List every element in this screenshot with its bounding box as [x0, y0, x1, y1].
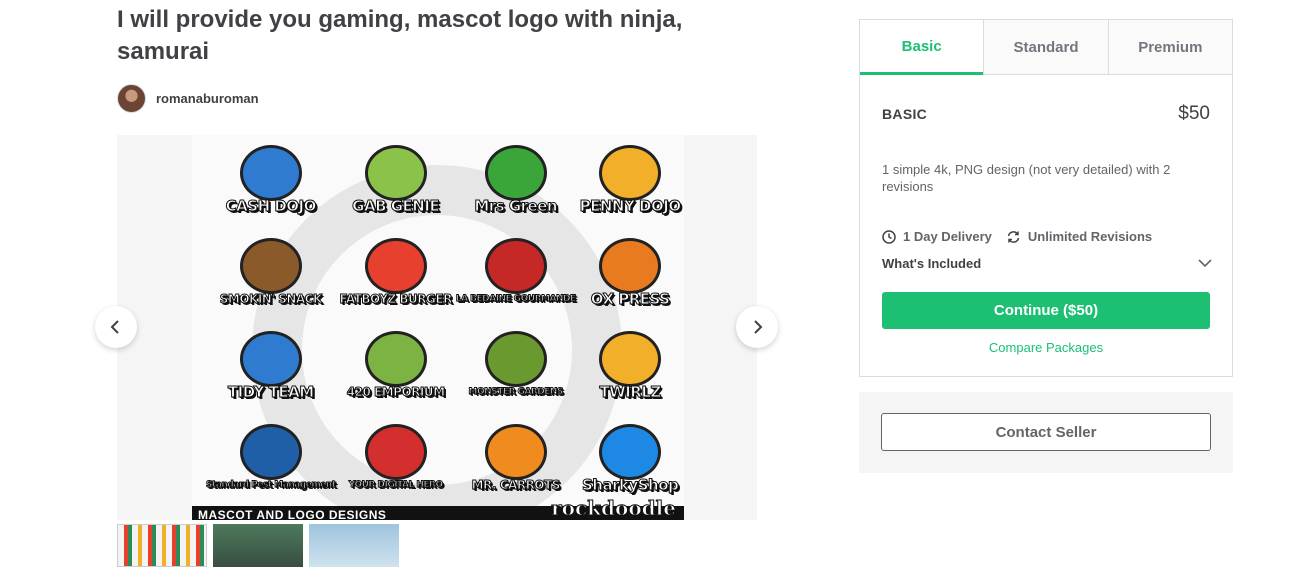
logo-item: CASH DOJO [206, 139, 336, 228]
thumbnail-2[interactable] [213, 524, 303, 567]
delivery-info: 1 Day Delivery [882, 229, 992, 244]
mascot-badge [239, 331, 302, 387]
contact-seller-button[interactable]: Contact Seller [881, 413, 1211, 451]
logo-text: SMOKIN' SNACK [219, 291, 323, 306]
gallery-image: CASH DOJO GAB GENIE Mrs Green PENNY DOJO SMO… [192, 135, 684, 520]
logo-text: MR. CARROTS [471, 477, 561, 492]
logo-item: MR. CARROTS [456, 418, 576, 507]
logo-text: LA BEDAINE GOURMANDE [455, 293, 576, 304]
logo-text: PENNY DOJO [579, 196, 681, 215]
brand-text: rockdoodle [551, 496, 677, 521]
chevron-down-icon [1198, 259, 1212, 268]
refresh-icon [1007, 230, 1020, 243]
logo-item: PENNY DOJO [579, 139, 682, 228]
banner-text: MASCOT AND LOGO DESIGNS [198, 508, 387, 520]
mascot-badge [239, 145, 302, 201]
package-meta: 1 Day Delivery Unlimited Revisions [882, 229, 1166, 244]
logo-text: Standard Pest Management [206, 479, 337, 490]
logo-text: GAB GENIE [352, 196, 441, 215]
whats-included-toggle[interactable]: What's Included [882, 256, 1212, 271]
seller-info[interactable]: romanaburoman [117, 84, 259, 113]
package-header: BASIC $50 [882, 103, 1210, 125]
logo-item: Mrs Green [456, 139, 576, 228]
logo-item: TIDY TEAM [206, 325, 336, 414]
logo-item: SMOKIN' SNACK [206, 232, 336, 321]
package-price: $50 [1178, 103, 1210, 124]
tab-basic[interactable]: Basic [860, 20, 984, 75]
avatar[interactable] [117, 84, 146, 113]
logo-item: MONSTER GARDENS [456, 325, 576, 414]
logo-item: TWIRLZ [580, 325, 681, 414]
logo-item: OX PRESS [580, 232, 681, 321]
chevron-left-icon [110, 320, 119, 334]
logo-item: 420 EMPORIUM [340, 325, 452, 414]
logo-item: Standard Pest Management [206, 418, 337, 507]
tab-standard[interactable]: Standard [983, 20, 1108, 74]
mascot-badge [599, 238, 662, 294]
package-description: 1 simple 4k, PNG design (not very detail… [882, 162, 1171, 194]
mascot-badge [484, 145, 547, 201]
logo-item: YOUR DIGITAL HERO [340, 418, 452, 507]
revisions-text: Unlimited Revisions [1027, 229, 1153, 244]
logo-item: LA BEDAINE GOURMANDE [455, 232, 577, 321]
logo-text: TIDY TEAM [227, 382, 314, 401]
mascot-badge [484, 424, 547, 480]
package-name: BASIC [882, 106, 928, 122]
mascot-badge [364, 331, 427, 387]
logo-grid: CASH DOJO GAB GENIE Mrs Green PENNY DOJO SMO… [206, 139, 682, 507]
logo-item: FATBOYZ BURGER [339, 232, 453, 321]
chevron-right-icon [754, 320, 763, 334]
tab-premium[interactable]: Premium [1107, 20, 1232, 74]
contact-box: Contact Seller [859, 392, 1233, 473]
mascot-badge [599, 331, 662, 387]
mascot-badge [484, 238, 547, 294]
mascot-badge [364, 424, 427, 480]
logo-item: SharkyShop [580, 418, 681, 507]
logo-text: MONSTER GARDENS [468, 386, 564, 397]
logo-text: SharkyShop [581, 475, 679, 494]
thumbnail-1[interactable] [117, 524, 207, 567]
continue-button[interactable]: Continue ($50) [882, 292, 1210, 329]
package-tabs: Basic Standard Premium [860, 20, 1232, 75]
compare-packages-link[interactable]: Compare Packages [860, 340, 1232, 355]
seller-name[interactable]: romanaburoman [156, 91, 259, 106]
mascot-badge [239, 238, 302, 294]
logo-text: TWIRLZ [599, 382, 662, 401]
whats-included-label: What's Included [882, 256, 982, 271]
logo-text: CASH DOJO [225, 196, 317, 215]
clock-icon [882, 229, 896, 244]
package-panel: Basic Standard Premium BASIC $50 1 simpl… [859, 19, 1233, 377]
gallery-next-button[interactable] [736, 306, 778, 348]
logo-item: GAB GENIE [340, 139, 452, 228]
logo-text: FATBOYZ BURGER [339, 291, 453, 306]
logo-text: OX PRESS [590, 289, 670, 308]
revisions-info: Unlimited Revisions [1006, 229, 1152, 244]
mascot-badge [364, 238, 427, 294]
delivery-text: 1 Day Delivery [903, 229, 992, 244]
gallery: CASH DOJO GAB GENIE Mrs Green PENNY DOJO SMO… [117, 135, 757, 520]
mascot-badge [239, 424, 302, 480]
thumbnail-strip [117, 524, 399, 567]
gallery-prev-button[interactable] [95, 306, 137, 348]
mascot-badge [599, 145, 662, 201]
logo-text: Mrs Green [474, 196, 558, 215]
gig-title: I will provide you gaming, mascot logo w… [117, 6, 683, 65]
mascot-badge [599, 424, 662, 480]
logo-text: YOUR DIGITAL HERO [348, 479, 443, 490]
thumbnail-3[interactable] [309, 524, 399, 567]
logo-text: 420 EMPORIUM [346, 384, 445, 399]
mascot-badge [364, 145, 427, 201]
mascot-badge [484, 331, 547, 387]
